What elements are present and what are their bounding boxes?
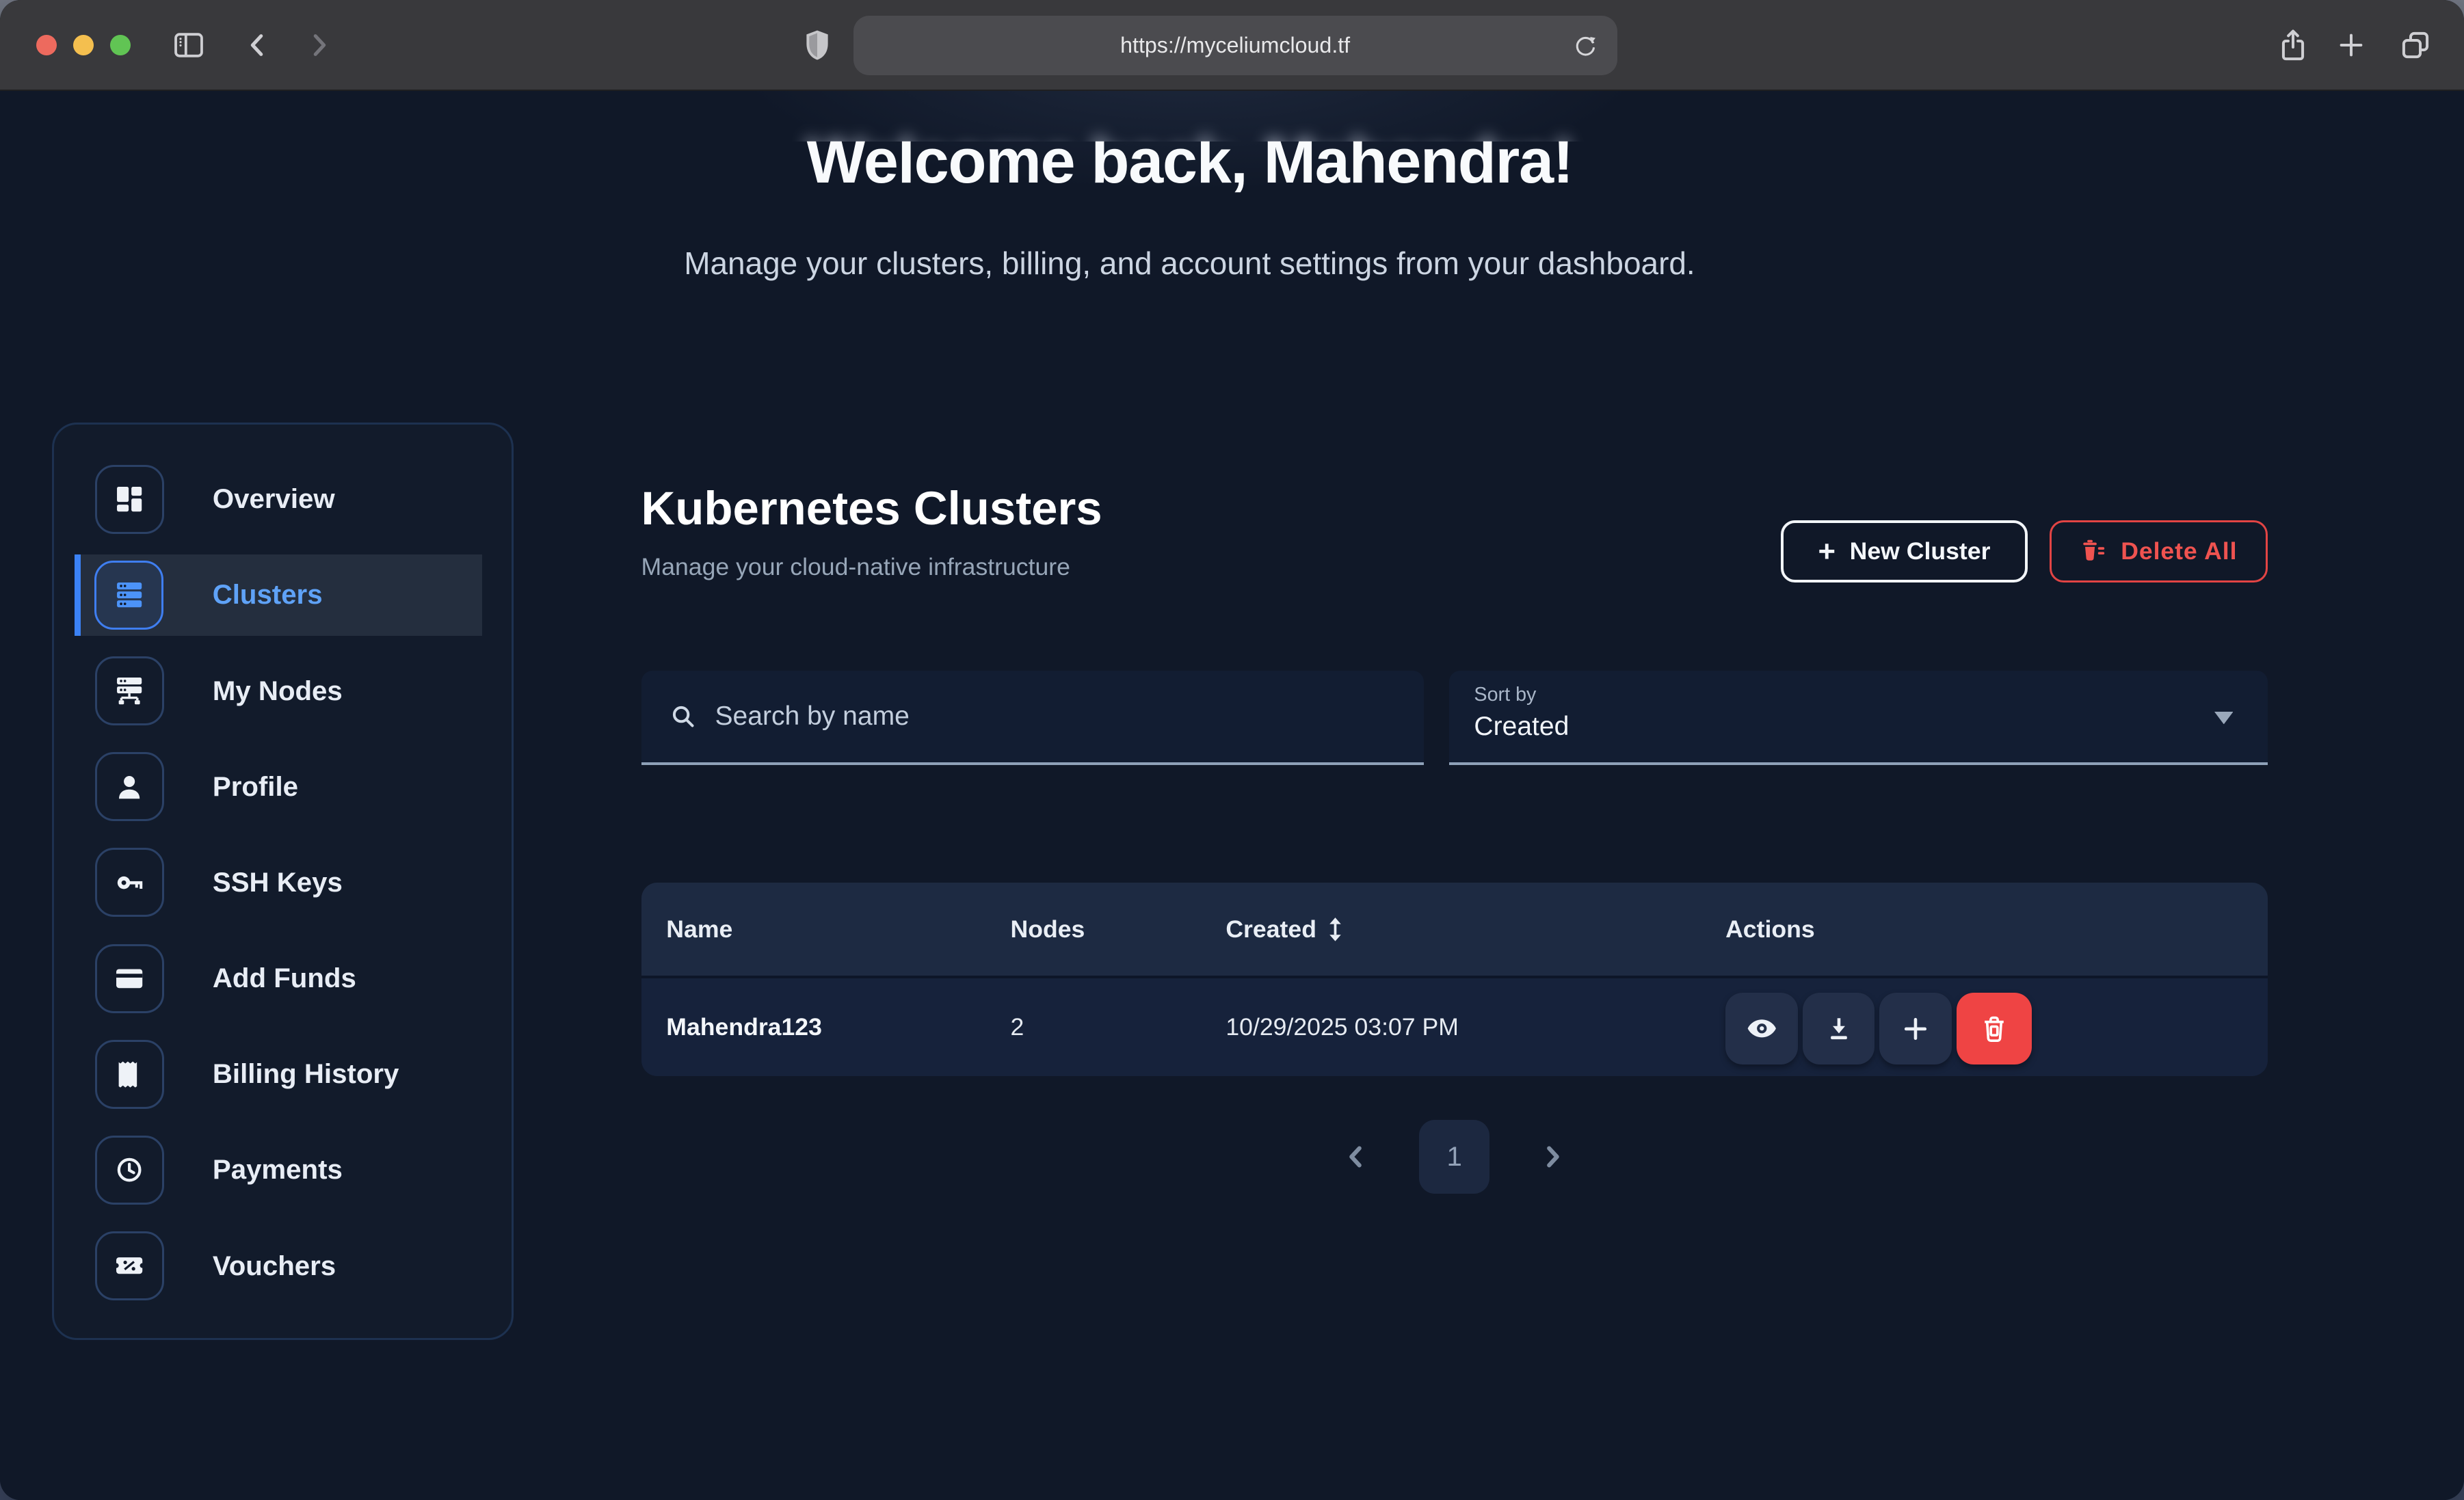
back-icon[interactable] [242, 29, 274, 61]
sidebar-item-profile[interactable]: Profile [54, 739, 512, 835]
sidebar-item-payments[interactable]: Payments [54, 1122, 512, 1218]
next-page-icon[interactable] [1537, 1141, 1568, 1173]
reload-icon[interactable] [1573, 33, 1598, 58]
shield-icon[interactable] [804, 29, 830, 62]
sidebar-item-billing-history[interactable]: Billing History [54, 1026, 512, 1122]
sidebar-label: Payments [213, 1154, 343, 1186]
row-actions [1725, 993, 2032, 1065]
search-input[interactable] [715, 701, 1424, 732]
new-tab-icon[interactable] [2335, 29, 2367, 61]
sidebar: Overview Clusters [52, 423, 514, 1340]
sidebar-item-clusters[interactable]: Clusters [75, 554, 482, 636]
dashboard-icon [95, 465, 164, 534]
delete-cluster-button[interactable] [1957, 993, 2032, 1065]
welcome-subtitle: Manage your clusters, billing, and accou… [0, 245, 2379, 282]
clusters-table: Name Nodes Created Actions Mahendra123 [641, 883, 2268, 1076]
card-icon [95, 944, 164, 1013]
page-subtitle: Manage your cloud-native infrastructure [641, 553, 1070, 581]
eye-icon [1745, 1011, 1779, 1046]
sort-select[interactable]: Sort by Created [1449, 671, 2268, 765]
table-header: Name Nodes Created Actions [641, 883, 2268, 976]
welcome-title: Welcome back, Mahendra! [0, 126, 2379, 198]
hero-glow-text: Welcome back, Mahendra! [0, 126, 2379, 142]
trash-icon [1978, 1013, 2010, 1045]
column-nodes: Nodes [1011, 883, 1085, 976]
minimize-window-button[interactable] [73, 35, 94, 55]
share-icon[interactable] [2277, 27, 2309, 63]
delete-all-button[interactable]: Delete All [2050, 520, 2268, 583]
sidebar-label: Add Funds [213, 963, 356, 994]
column-name: Name [666, 883, 732, 976]
current-page[interactable]: 1 [1419, 1120, 1489, 1194]
sidebar-item-vouchers[interactable]: Vouchers [54, 1218, 512, 1314]
header-actions: + New Cluster Delete All [1781, 520, 2268, 583]
tabs-icon[interactable] [2399, 29, 2432, 62]
cluster-nodes: 2 [1011, 978, 1024, 1076]
address-bar[interactable]: https://myceliumcloud.tf [853, 16, 1617, 75]
table-row: Mahendra123 2 10/29/2025 03:07 PM [641, 976, 2268, 1076]
sidebar-item-overview[interactable]: Overview [54, 451, 512, 547]
search-icon [668, 701, 698, 732]
clusters-icon [94, 561, 163, 630]
receipt-icon [95, 1040, 164, 1109]
sidebar-item-ssh-keys[interactable]: SSH Keys [54, 835, 512, 930]
sort-value: Created [1474, 712, 1569, 742]
previous-page-icon[interactable] [1340, 1141, 1372, 1173]
search-field[interactable] [641, 671, 1424, 765]
view-cluster-button[interactable] [1725, 993, 1798, 1065]
delete-sweep-icon [2080, 538, 2107, 565]
sidebar-label: Overview [213, 483, 335, 515]
key-icon [95, 848, 164, 917]
sort-label: Sort by [1474, 684, 1536, 706]
column-created[interactable]: Created [1226, 883, 1343, 976]
page-content: Welcome back, Mahendra! Welcome back, Ma… [0, 91, 2464, 1500]
page-title: Kubernetes Clusters [641, 481, 1102, 537]
add-node-button[interactable] [1879, 993, 1952, 1065]
close-window-button[interactable] [36, 35, 57, 55]
forward-icon[interactable] [303, 29, 334, 61]
plus-icon [1900, 1013, 1931, 1045]
new-cluster-button[interactable]: + New Cluster [1781, 520, 2028, 583]
sort-arrows-icon [1327, 917, 1343, 942]
sidebar-label: My Nodes [213, 675, 343, 707]
hero-glow: Welcome back, Mahendra! [0, 91, 2379, 142]
sidebar-toggle-icon[interactable] [171, 27, 206, 62]
pagination: 1 [641, 1120, 2268, 1194]
welcome-hero: Welcome back, Mahendra! Welcome back, Ma… [0, 91, 2379, 405]
zoom-window-button[interactable] [110, 35, 131, 55]
download-kubeconfig-button[interactable] [1803, 993, 1875, 1065]
sidebar-label: SSH Keys [213, 867, 343, 898]
cluster-name: Mahendra123 [666, 978, 822, 1076]
sidebar-label: Clusters [213, 579, 323, 611]
download-icon [1823, 1013, 1855, 1045]
caret-down-icon [2214, 712, 2234, 725]
browser-window: https://myceliumcloud.tf [0, 0, 2464, 1500]
url-text: https://myceliumcloud.tf [1120, 33, 1350, 58]
browser-toolbar: https://myceliumcloud.tf [0, 0, 2464, 91]
sidebar-label: Billing History [213, 1058, 399, 1090]
column-actions: Actions [1725, 883, 1815, 976]
sidebar-label: Vouchers [213, 1250, 336, 1282]
cluster-created: 10/29/2025 03:07 PM [1226, 978, 1459, 1076]
profile-icon [95, 752, 164, 821]
sidebar-item-my-nodes[interactable]: My Nodes [54, 643, 512, 738]
window-controls [36, 0, 131, 90]
nodes-icon [95, 656, 164, 725]
sidebar-label: Profile [213, 771, 298, 803]
ticket-icon [95, 1231, 164, 1300]
clock-icon [95, 1136, 164, 1205]
plus-icon: + [1818, 535, 1836, 569]
sidebar-item-add-funds[interactable]: Add Funds [54, 930, 512, 1026]
